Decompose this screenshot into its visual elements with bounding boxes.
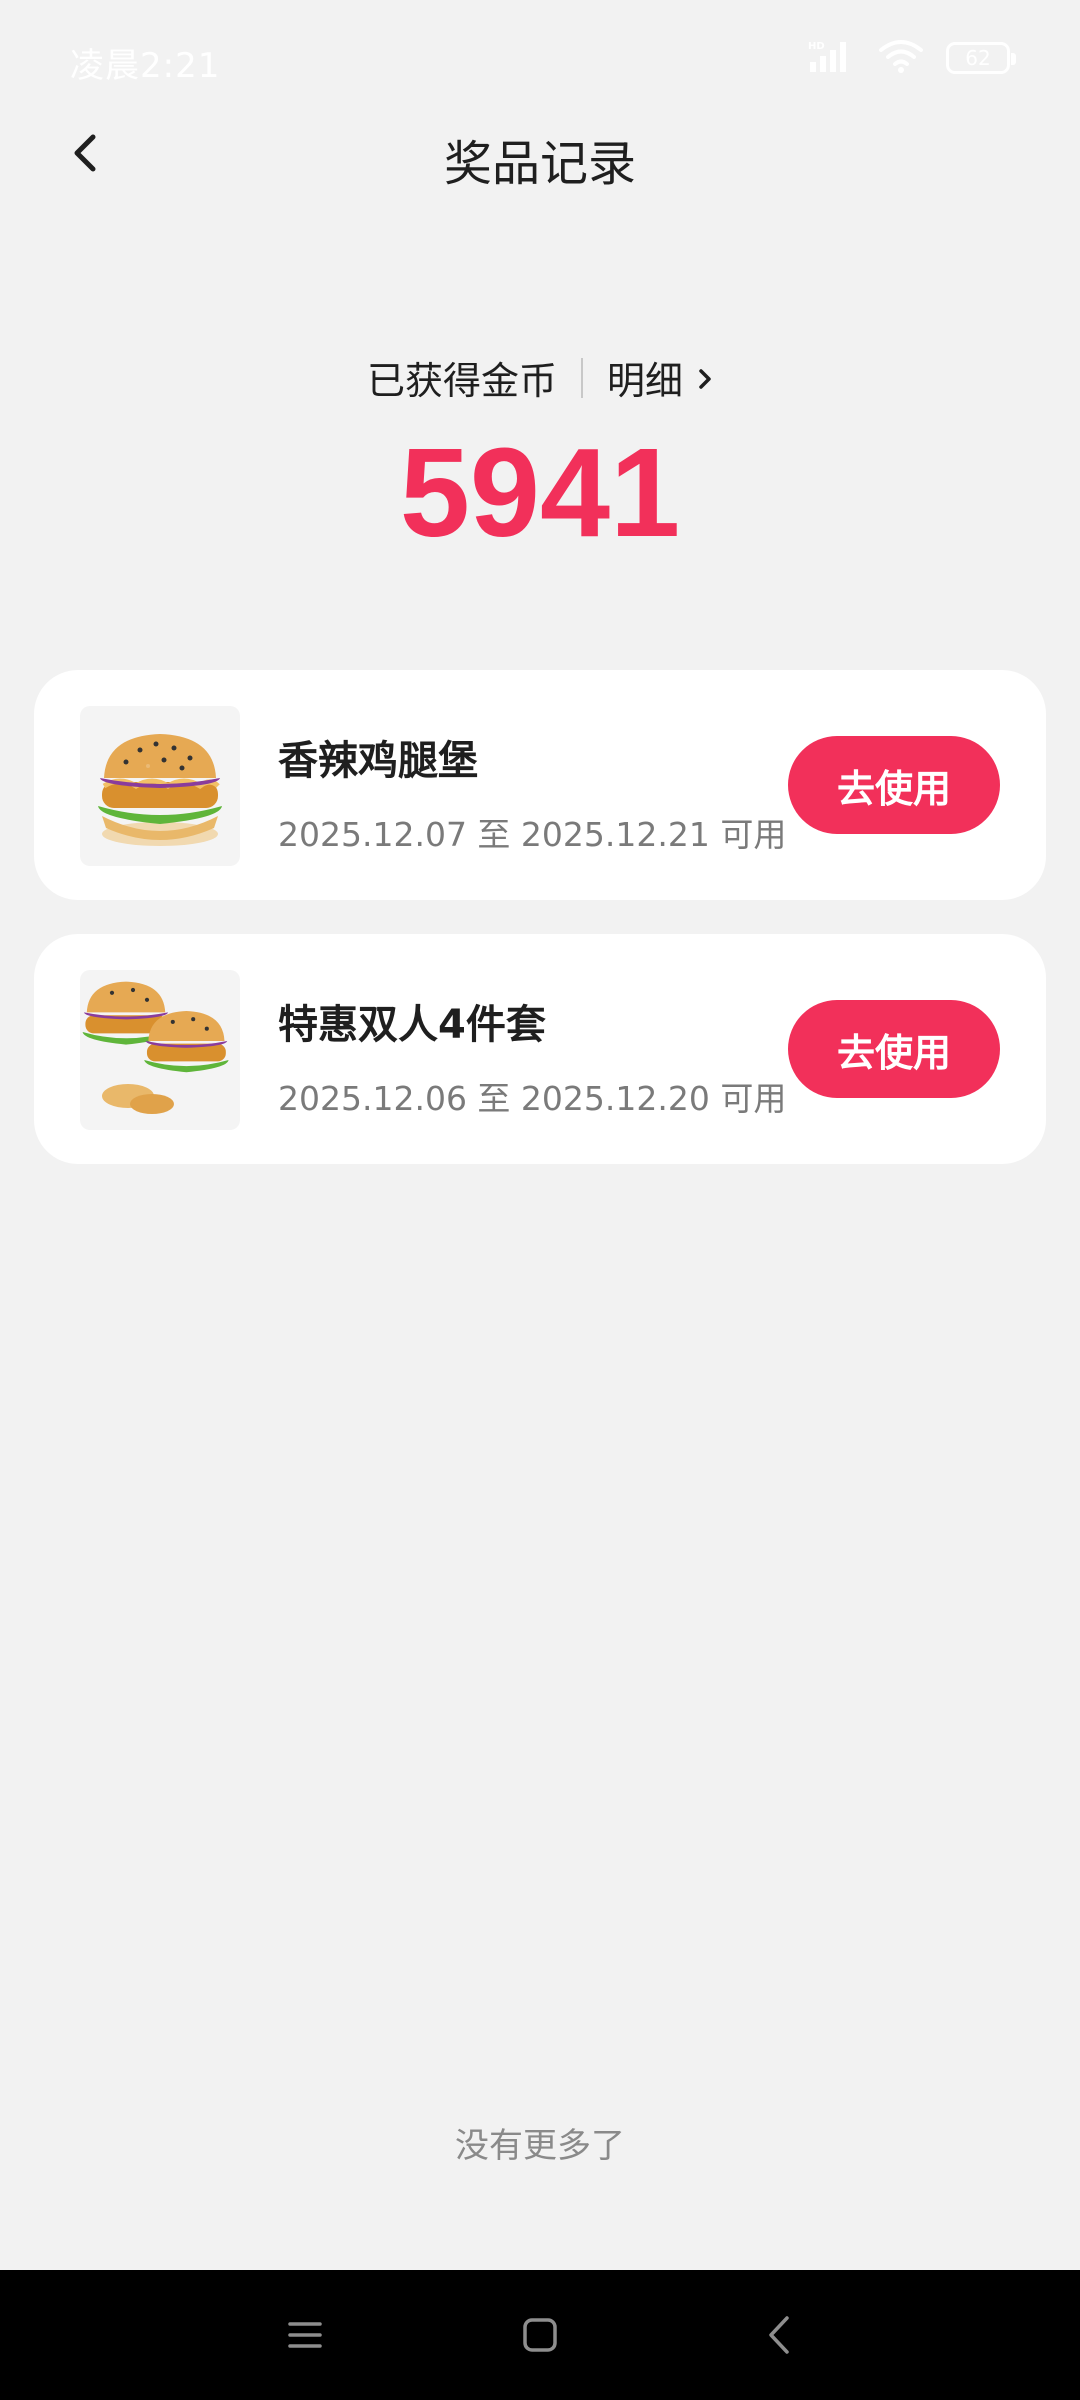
chevron-right-icon	[697, 356, 713, 400]
battery-level: 62	[965, 46, 991, 70]
battery-icon: 62	[946, 42, 1016, 74]
coins-summary: 已获得金币 明细 5941	[0, 350, 1080, 559]
detail-link[interactable]: 明细	[607, 350, 713, 405]
burger-icon	[80, 706, 240, 866]
coins-label: 已获得金币	[366, 359, 557, 403]
use-button[interactable]: 去使用	[788, 736, 1000, 834]
navigation-bar	[0, 2270, 1080, 2400]
header: 奖品记录	[0, 110, 1080, 200]
menu-button[interactable]	[280, 2310, 330, 2360]
burger-combo-icon	[80, 970, 240, 1130]
status-bar: 凌晨2:21 HD 62	[0, 0, 1080, 120]
system-back-button[interactable]	[755, 2310, 805, 2360]
prize-validity: 2025.12.07 至 2025.12.21 可用	[278, 815, 787, 854]
no-more-text: 没有更多了	[455, 2126, 625, 2166]
detail-label: 明细	[607, 359, 684, 403]
prize-card: 香辣鸡腿堡 2025.12.07 至 2025.12.21 可用 去使用	[34, 670, 1046, 900]
hd-signal-icon: HD	[806, 38, 856, 78]
coins-value: 5941	[399, 422, 681, 563]
prize-validity: 2025.12.06 至 2025.12.20 可用	[278, 1079, 787, 1118]
home-square-icon	[515, 2318, 565, 2364]
status-icons: HD 62	[806, 36, 1016, 80]
divider	[581, 357, 583, 398]
svg-text:HD: HD	[808, 41, 825, 52]
status-time: 凌晨2:21	[70, 46, 221, 86]
prize-list: 香辣鸡腿堡 2025.12.07 至 2025.12.21 可用 去使用 特惠双…	[34, 670, 1046, 1198]
prize-card: 特惠双人4件套 2025.12.06 至 2025.12.20 可用 去使用	[34, 934, 1046, 1164]
coins-row: 已获得金币 明细	[0, 350, 1080, 405]
prize-name: 香辣鸡腿堡	[278, 738, 478, 784]
back-triangle-icon	[755, 2316, 805, 2364]
home-button[interactable]	[515, 2310, 565, 2360]
use-button[interactable]: 去使用	[788, 1000, 1000, 1098]
prize-name: 特惠双人4件套	[278, 1002, 546, 1048]
wifi-icon	[878, 38, 924, 78]
menu-icon	[280, 2322, 330, 2364]
page-title: 奖品记录	[443, 136, 636, 192]
